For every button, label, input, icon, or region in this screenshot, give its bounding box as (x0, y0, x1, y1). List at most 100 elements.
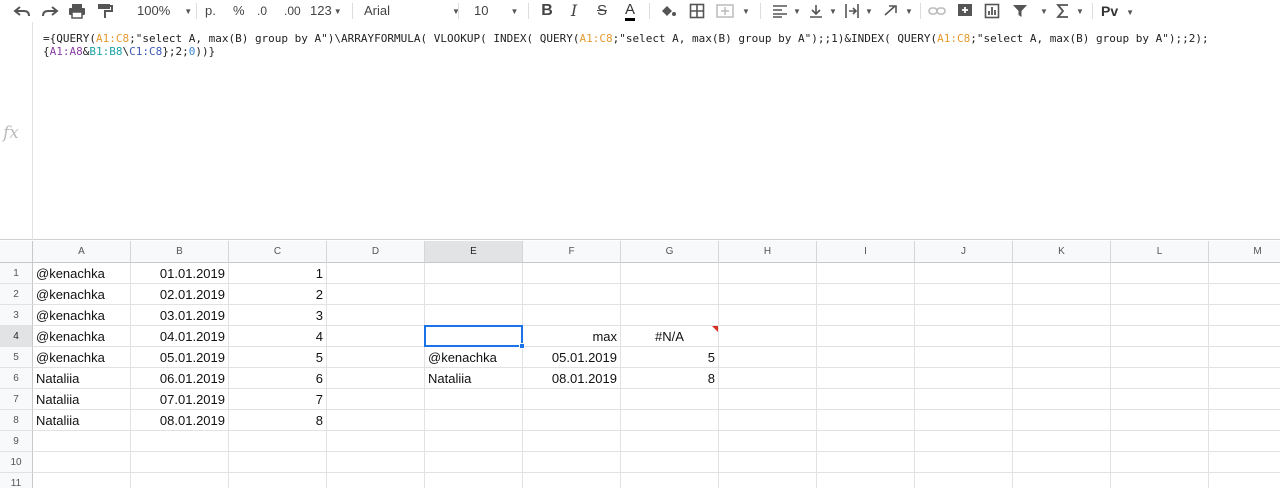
cell-a9[interactable] (33, 431, 131, 452)
cell-d3[interactable] (327, 305, 425, 326)
cell-b5[interactable]: 05.01.2019 (131, 347, 229, 368)
cell-f8[interactable] (523, 410, 621, 431)
insert-comment-icon[interactable] (954, 0, 976, 22)
cell-h7[interactable] (719, 389, 817, 410)
column-header-f[interactable]: F (523, 241, 621, 263)
cell-l7[interactable] (1111, 389, 1209, 410)
cell-e1[interactable] (425, 263, 523, 284)
cell-b8[interactable]: 08.01.2019 (131, 410, 229, 431)
insert-chart-icon[interactable] (981, 0, 1003, 22)
row-header-10[interactable]: 10 (0, 452, 33, 473)
cell-b3[interactable]: 03.01.2019 (131, 305, 229, 326)
cell-g7[interactable] (621, 389, 719, 410)
bold-button[interactable]: B (536, 0, 558, 22)
cell-a3[interactable]: @kenachka (33, 305, 131, 326)
cell-a8[interactable]: Nataliia (33, 410, 131, 431)
cell-g11[interactable] (621, 473, 719, 488)
cell-m6[interactable] (1209, 368, 1280, 389)
cell-e10[interactable] (425, 452, 523, 473)
strikethrough-button[interactable]: S (591, 0, 613, 22)
cell-f11[interactable] (523, 473, 621, 488)
cell-l8[interactable] (1111, 410, 1209, 431)
functions-icon[interactable] (1052, 0, 1074, 22)
cell-j2[interactable] (915, 284, 1013, 305)
merge-cells-icon[interactable] (714, 0, 736, 22)
cell-b6[interactable]: 06.01.2019 (131, 368, 229, 389)
cell-e8[interactable] (425, 410, 523, 431)
text-wrapping-icon[interactable] (841, 0, 863, 22)
cell-j1[interactable] (915, 263, 1013, 284)
cell-a1[interactable]: @kenachka (33, 263, 131, 284)
cell-d8[interactable] (327, 410, 425, 431)
cell-k5[interactable] (1013, 347, 1111, 368)
cell-m9[interactable] (1209, 431, 1280, 452)
cell-j3[interactable] (915, 305, 1013, 326)
zoom-select[interactable]: 100% ▼ (137, 0, 192, 22)
cell-m5[interactable] (1209, 347, 1280, 368)
horizontal-align-dropdown[interactable]: ▼ (789, 0, 801, 22)
redo-icon[interactable] (39, 0, 61, 22)
cell-f5[interactable]: 05.01.2019 (523, 347, 621, 368)
text-rotation-dropdown[interactable]: ▼ (901, 0, 913, 22)
fill-color-icon[interactable] (657, 0, 679, 22)
vertical-align-dropdown[interactable]: ▼ (825, 0, 837, 22)
cell-f1[interactable] (523, 263, 621, 284)
increase-decimal-button[interactable]: .00 (284, 0, 301, 22)
cell-f2[interactable] (523, 284, 621, 305)
cell-c7[interactable]: 7 (229, 389, 327, 410)
cell-f9[interactable] (523, 431, 621, 452)
row-header-2[interactable]: 2 (0, 284, 33, 305)
cell-i8[interactable] (817, 410, 915, 431)
column-header-h[interactable]: H (719, 241, 817, 263)
cell-c4[interactable]: 4 (229, 326, 327, 347)
cell-j7[interactable] (915, 389, 1013, 410)
column-header-k[interactable]: K (1013, 241, 1111, 263)
cell-i10[interactable] (817, 452, 915, 473)
cell-c2[interactable]: 2 (229, 284, 327, 305)
cell-f7[interactable] (523, 389, 621, 410)
cell-m3[interactable] (1209, 305, 1280, 326)
row-header-8[interactable]: 8 (0, 410, 33, 431)
cell-e7[interactable] (425, 389, 523, 410)
cell-j10[interactable] (915, 452, 1013, 473)
cell-a5[interactable]: @kenachka (33, 347, 131, 368)
cell-j6[interactable] (915, 368, 1013, 389)
cell-m2[interactable] (1209, 284, 1280, 305)
select-all-corner[interactable] (0, 241, 33, 263)
cell-d6[interactable] (327, 368, 425, 389)
formula-input[interactable]: ={QUERY(A1:C8;"select A, max(B) group by… (43, 32, 1273, 58)
horizontal-align-icon[interactable] (769, 0, 791, 22)
cell-k2[interactable] (1013, 284, 1111, 305)
cell-k6[interactable] (1013, 368, 1111, 389)
cell-g3[interactable] (621, 305, 719, 326)
cell-l5[interactable] (1111, 347, 1209, 368)
cell-m4[interactable] (1209, 326, 1280, 347)
cell-g2[interactable] (621, 284, 719, 305)
functions-dropdown[interactable]: ▼ (1072, 0, 1084, 22)
text-rotation-icon[interactable] (881, 0, 903, 22)
font-size-select[interactable]: 10 ▼ (474, 0, 518, 22)
filter-icon[interactable] (1009, 0, 1031, 22)
font-family-select[interactable]: Arial ▼ (364, 0, 460, 22)
merge-cells-dropdown[interactable]: ▼ (738, 0, 750, 22)
cell-l1[interactable] (1111, 263, 1209, 284)
cell-i4[interactable] (817, 326, 915, 347)
print-icon[interactable] (66, 0, 88, 22)
column-header-d[interactable]: D (327, 241, 425, 263)
cell-e6[interactable]: Nataliia (425, 368, 523, 389)
cell-h1[interactable] (719, 263, 817, 284)
cell-i2[interactable] (817, 284, 915, 305)
cell-b11[interactable] (131, 473, 229, 488)
input-tools-select[interactable]: Рv ▼ (1101, 0, 1134, 22)
text-color-button[interactable]: A (619, 0, 641, 22)
cell-d11[interactable] (327, 473, 425, 488)
cell-b7[interactable]: 07.01.2019 (131, 389, 229, 410)
cell-d2[interactable] (327, 284, 425, 305)
cell-h4[interactable] (719, 326, 817, 347)
cell-i6[interactable] (817, 368, 915, 389)
cell-d7[interactable] (327, 389, 425, 410)
cell-k8[interactable] (1013, 410, 1111, 431)
row-header-5[interactable]: 5 (0, 347, 33, 368)
cell-d10[interactable] (327, 452, 425, 473)
borders-icon[interactable] (686, 0, 708, 22)
